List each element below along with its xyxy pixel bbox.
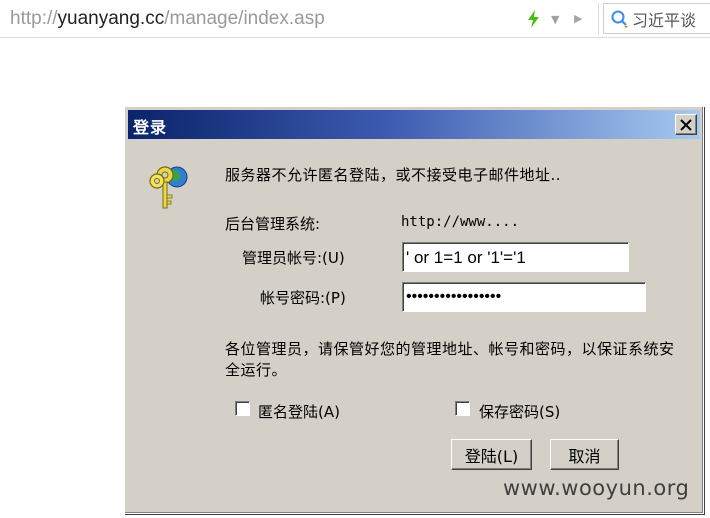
lightning-icon[interactable] bbox=[525, 9, 543, 29]
dialog-title: 登录 bbox=[133, 118, 168, 137]
save-password-label[interactable]: 保存密码(S) bbox=[479, 401, 560, 422]
dropdown-arrow-icon[interactable]: ▼ bbox=[551, 13, 559, 26]
close-icon bbox=[680, 118, 692, 131]
password-label: 帐号密码:(P) bbox=[260, 289, 346, 307]
system-label: 后台管理系统: bbox=[225, 215, 321, 233]
save-password-checkbox[interactable] bbox=[455, 401, 470, 416]
password-input[interactable]: ••••••••••••••••• bbox=[402, 282, 646, 312]
username-input[interactable]: ' or 1=1 or '1'='1 bbox=[402, 242, 629, 272]
address-bar: http://yuanyang.cc/manage/index.asp ▼ ▶ … bbox=[0, 0, 710, 38]
url-field[interactable]: http://yuanyang.cc/manage/index.asp bbox=[0, 0, 598, 37]
url-protocol: http:// bbox=[10, 7, 58, 29]
keys-icon bbox=[149, 166, 188, 209]
login-dialog: 登录 服务器不允许匿名登陆，或不接受电子邮件地址.. 后台管理系统: http:… bbox=[124, 106, 704, 514]
search-icon bbox=[611, 10, 628, 28]
system-value: http://www.... bbox=[401, 214, 520, 230]
dialog-titlebar[interactable]: 登录 bbox=[128, 110, 700, 139]
dialog-message: 服务器不允许匿名登陆，或不接受电子邮件地址.. bbox=[225, 166, 562, 184]
go-arrow-icon[interactable]: ▶ bbox=[574, 12, 582, 25]
anonymous-login-checkbox[interactable] bbox=[235, 401, 250, 416]
close-button[interactable] bbox=[675, 114, 697, 135]
search-text: 习近平谈 bbox=[632, 10, 697, 30]
cancel-button[interactable]: 取消 bbox=[550, 439, 619, 470]
search-box[interactable]: 习近平谈 bbox=[603, 3, 710, 34]
username-label: 管理员帐号:(U) bbox=[242, 249, 345, 267]
toolbar-divider bbox=[598, 3, 599, 34]
watermark: www.wooyun.org bbox=[503, 476, 690, 500]
security-notice: 各位管理员，请保管好您的管理地址、帐号和密码，以保证系统安全运行。 bbox=[225, 340, 675, 379]
anonymous-login-label[interactable]: 匿名登陆(A) bbox=[258, 401, 340, 422]
url-path: /manage/index.asp bbox=[164, 7, 325, 29]
login-button[interactable]: 登陆(L) bbox=[451, 439, 532, 470]
url-host: yuanyang.cc bbox=[57, 7, 165, 29]
